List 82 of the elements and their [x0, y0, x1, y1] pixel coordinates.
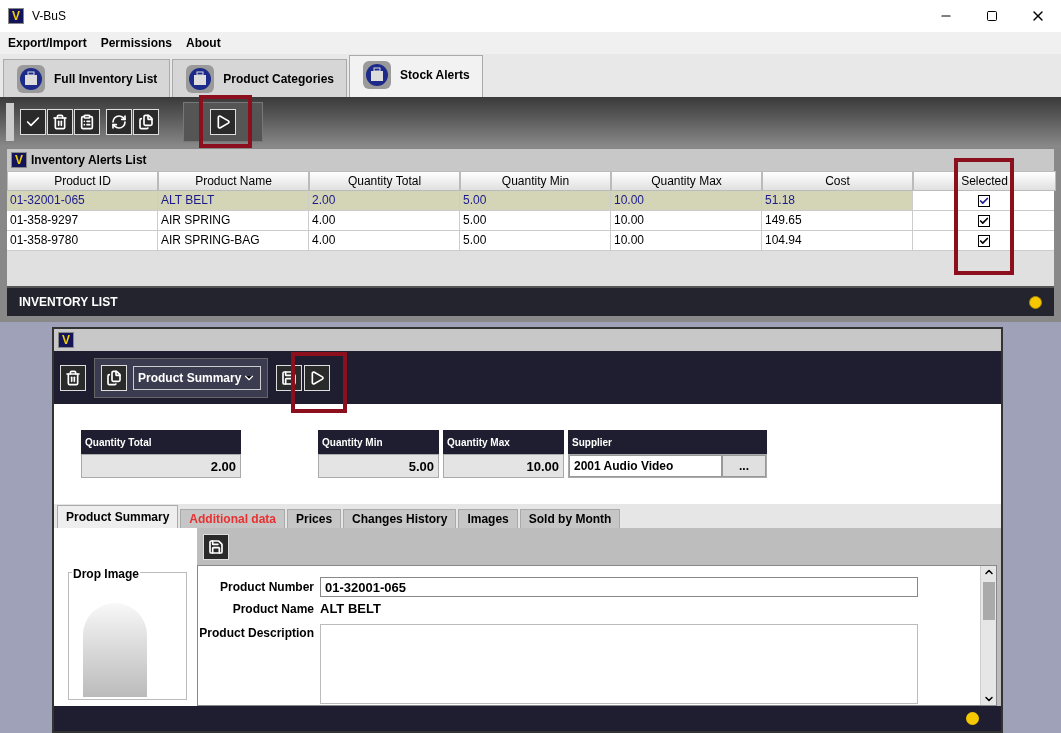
maximize-icon	[986, 10, 998, 22]
field-label: Quantity Max	[443, 430, 564, 454]
table-cell: 5.00	[460, 231, 611, 251]
clipboard-button[interactable]	[74, 109, 100, 135]
trash-icon	[52, 114, 68, 130]
field-label: Supplier	[568, 430, 767, 454]
save-icon	[281, 369, 297, 386]
field-label: Quantity Total	[81, 430, 241, 454]
play-icon	[309, 369, 325, 386]
table-row[interactable]: 01-32001-065 ALT BELT 2.00 5.00 10.00 51.18	[7, 191, 1054, 211]
field-label: Product Name	[231, 601, 315, 618]
tab[interactable]: Changes History	[343, 509, 457, 528]
column-header[interactable]: Cost	[762, 171, 913, 191]
column-header[interactable]: Quantity Max	[611, 171, 762, 191]
delete-button[interactable]	[47, 109, 73, 135]
status-label: INVENTORY LIST	[19, 294, 118, 311]
refresh-icon	[111, 114, 127, 130]
window-title: V-BuS	[32, 8, 67, 25]
play-icon	[215, 114, 231, 130]
menu-item[interactable]: Export/Import	[8, 34, 87, 52]
checkbox[interactable]	[977, 214, 990, 227]
menu-item[interactable]: Permissions	[100, 34, 173, 52]
tab[interactable]: Images	[458, 509, 518, 528]
app-logo: V	[8, 8, 24, 24]
product-name-value: ALT BELT	[320, 600, 381, 619]
briefcase-icon	[362, 59, 393, 90]
status-light-icon	[1029, 295, 1042, 309]
column-header[interactable]: Selected	[913, 171, 1056, 191]
tab[interactable]: Product Categories	[172, 59, 348, 97]
field-label: Product Description	[198, 625, 315, 642]
browse-button[interactable]: ...	[722, 455, 766, 477]
table-cell: 01-358-9780	[7, 231, 158, 251]
tab[interactable]: Prices	[287, 509, 342, 528]
app-logo: V	[58, 332, 74, 348]
quantity-field[interactable]: 10.00	[443, 454, 564, 478]
table-cell: 4.00	[309, 231, 460, 251]
field-label: Product Number	[219, 579, 315, 596]
quantity-field[interactable]: 2.00	[81, 454, 241, 478]
trash-icon	[65, 369, 81, 386]
briefcase-icon	[16, 63, 46, 94]
delete-button[interactable]	[60, 364, 86, 391]
copy-icon	[138, 114, 154, 130]
refresh-button[interactable]	[106, 109, 132, 135]
column-header[interactable]: Product ID	[7, 171, 158, 191]
view-dropdown[interactable]: Product Summary	[133, 365, 261, 390]
table-cell: 10.00	[611, 231, 762, 251]
play-button[interactable]	[210, 109, 236, 135]
checkbox[interactable]	[977, 194, 990, 207]
table-row[interactable]: 01-358-9297 AIR SPRING 4.00 5.00 10.00 149.65	[7, 211, 1054, 231]
table-cell: AIR SPRING-BAG	[158, 231, 309, 251]
highlight-frame	[291, 352, 347, 413]
panel-title: Inventory Alerts List	[31, 152, 147, 169]
briefcase-icon	[185, 63, 216, 94]
menu-item[interactable]: About	[186, 34, 221, 52]
save-button[interactable]	[203, 533, 229, 560]
product-number-field[interactable]: 01-32001-065	[320, 577, 918, 597]
save-icon	[208, 538, 224, 555]
column-header[interactable]: Quantity Total	[309, 171, 460, 191]
app-logo: V	[11, 152, 27, 168]
column-header[interactable]: Product Name	[158, 171, 309, 191]
supplier-field[interactable]: 2001 Audio Video	[569, 455, 722, 477]
checkbox[interactable]	[977, 234, 990, 247]
copy-button[interactable]	[133, 109, 159, 135]
tab[interactable]: Product Summary	[57, 505, 179, 528]
copy-button[interactable]	[101, 364, 127, 391]
field-label: Quantity Min	[318, 430, 439, 454]
check-button[interactable]	[20, 109, 46, 135]
table-row[interactable]: 01-358-9780 AIR SPRING-BAG 4.00 5.00 10.00 104.94	[7, 231, 1054, 251]
scrollbar[interactable]	[980, 566, 996, 705]
quantity-field[interactable]: 5.00	[318, 454, 439, 478]
tab[interactable]: Full Inventory List	[3, 59, 171, 97]
tab[interactable]: Stock Alerts	[349, 55, 483, 97]
description-field[interactable]	[320, 624, 918, 704]
clipboard-icon	[79, 114, 95, 130]
toolbar-grip[interactable]	[6, 103, 14, 141]
scroll-thumb[interactable]	[982, 582, 995, 620]
column-header[interactable]: Quantity Min	[460, 171, 611, 191]
play-button[interactable]	[304, 364, 330, 391]
highlight-frame	[199, 95, 252, 148]
status-light-icon	[966, 712, 979, 725]
tab[interactable]: Sold by Month	[519, 509, 621, 528]
copy-icon	[106, 369, 122, 386]
